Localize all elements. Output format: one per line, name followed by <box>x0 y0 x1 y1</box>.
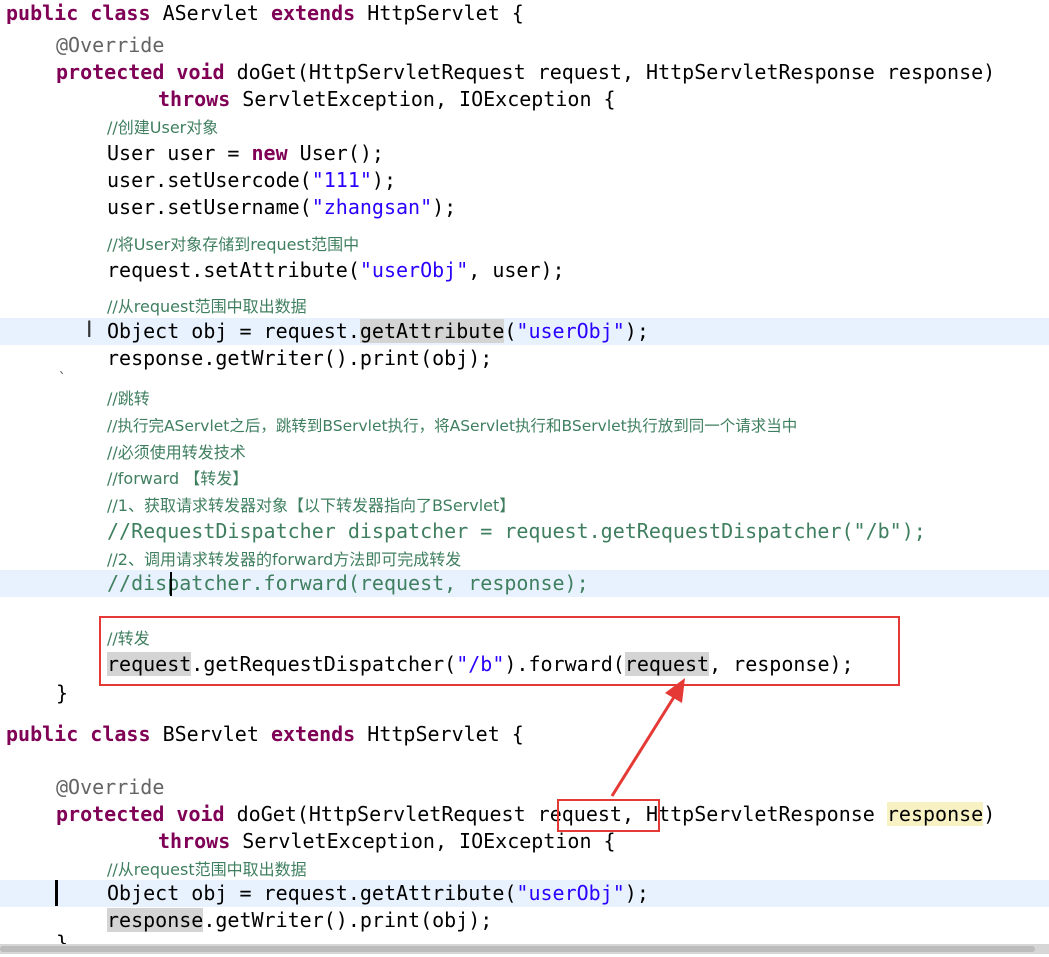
arrow-line <box>610 688 681 797</box>
horizontal-scrollbar-thumb[interactable] <box>0 946 1035 952</box>
arrow-head-icon <box>665 678 685 703</box>
arrow-overlay <box>610 678 685 797</box>
